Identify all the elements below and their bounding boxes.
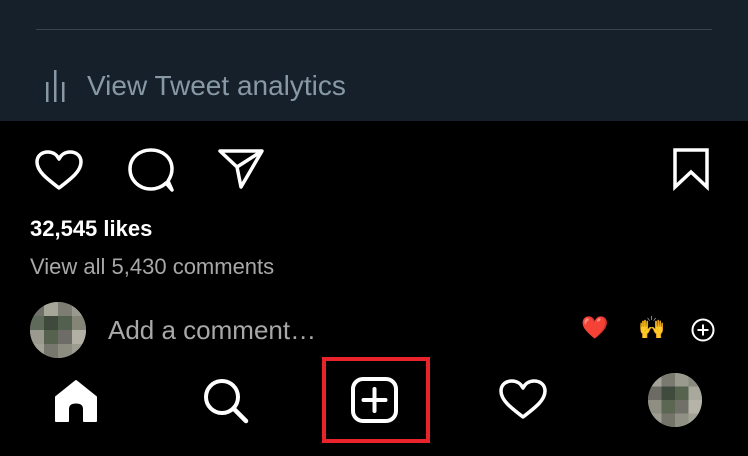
paper-plane-icon	[218, 149, 264, 189]
nav-activity-button[interactable]	[498, 378, 548, 420]
nav-profile-button[interactable]	[648, 373, 702, 427]
view-all-comments-link[interactable]: View all 5,430 comments	[30, 254, 274, 280]
share-button[interactable]	[216, 147, 266, 191]
nav-home-button[interactable]	[52, 377, 100, 423]
comment-button[interactable]	[126, 147, 176, 193]
bar-chart-icon	[46, 70, 65, 102]
view-tweet-analytics-link[interactable]: View Tweet analytics	[44, 64, 346, 108]
home-icon	[55, 380, 97, 422]
heart-outline-icon	[35, 150, 83, 190]
reaction-heart-button[interactable]: ❤️	[580, 315, 610, 345]
divider	[36, 29, 712, 30]
bookmark-icon	[673, 148, 709, 191]
nav-search-button[interactable]	[200, 376, 250, 424]
like-button[interactable]	[34, 149, 84, 191]
tweet-card: View Tweet analytics	[0, 0, 748, 121]
avatar	[30, 302, 86, 358]
analytics-label: View Tweet analytics	[87, 70, 346, 101]
reaction-raised-hands-button[interactable]: 🙌	[637, 315, 667, 345]
add-reaction-button[interactable]	[690, 317, 716, 343]
plus-circle-icon	[691, 318, 715, 342]
highlight-box	[322, 357, 430, 443]
avatar	[648, 373, 702, 427]
speech-bubble-icon	[128, 148, 174, 192]
search-icon	[204, 379, 249, 424]
comment-input[interactable]	[108, 311, 528, 349]
heart-outline-icon	[499, 379, 547, 419]
save-button[interactable]	[670, 147, 712, 191]
likes-count[interactable]: 32,545 likes	[30, 216, 152, 242]
